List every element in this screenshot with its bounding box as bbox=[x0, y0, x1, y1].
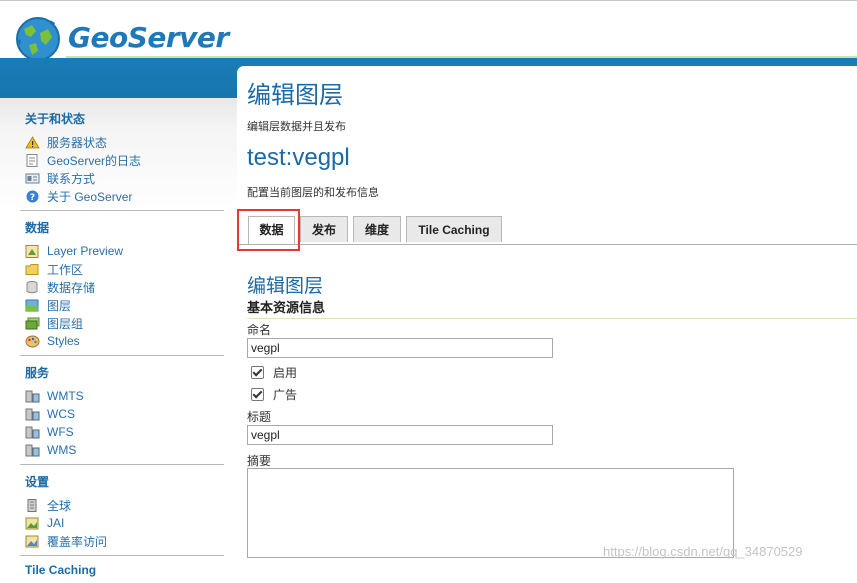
sidebar-section-title: Tile Caching bbox=[25, 563, 97, 577]
service-icon bbox=[25, 390, 40, 402]
sidebar-section-title: 设置 bbox=[25, 475, 50, 489]
service-icon bbox=[25, 444, 40, 456]
enabled-label: 启用 bbox=[273, 366, 298, 380]
advertised-label: 广告 bbox=[273, 388, 298, 402]
coverage-access-icon bbox=[25, 535, 39, 547]
sidebar-item-coverage-access[interactable]: 覆盖率访问 bbox=[20, 532, 224, 550]
tab-tile-caching[interactable]: Tile Caching bbox=[406, 216, 502, 242]
sidebar-item-wcs[interactable]: WCS bbox=[20, 405, 224, 423]
sidebar-item-label: 服务器状态 bbox=[47, 135, 108, 150]
sidebar-item-global[interactable]: 全球 bbox=[20, 496, 224, 514]
sidebar-item-about[interactable]: ? 关于 GeoServer bbox=[20, 187, 224, 205]
sidebar-section-settings: 设置 全球 JAI 覆盖率访问 bbox=[20, 473, 224, 550]
page-subtitle: 编辑层数据并且发布 bbox=[247, 121, 346, 133]
sidebar-divider bbox=[20, 355, 224, 356]
sidebar-item-wfs[interactable]: WFS bbox=[20, 423, 224, 441]
sidebar-item-label: WFS bbox=[47, 425, 74, 439]
advertised-checkbox[interactable] bbox=[251, 388, 264, 401]
contact-icon bbox=[25, 173, 40, 183]
tab-highlight-box bbox=[237, 209, 300, 251]
folder-icon bbox=[25, 263, 39, 275]
styles-icon bbox=[25, 335, 40, 347]
sidebar-item-styles[interactable]: Styles bbox=[20, 332, 224, 350]
sidebar-item-workspaces[interactable]: 工作区 bbox=[20, 260, 224, 278]
jai-icon bbox=[25, 517, 39, 529]
title-field[interactable] bbox=[247, 425, 553, 445]
sidebar: 关于和状态 服务器状态 GeoServer的日志 联系方式 ? 关于 GeoSe… bbox=[0, 98, 237, 577]
abstract-label: 摘要 bbox=[247, 454, 272, 468]
sidebar-item-label: 全球 bbox=[47, 498, 72, 513]
sidebar-item-label: 覆盖率访问 bbox=[47, 534, 108, 549]
sidebar-section-title: 数据 bbox=[25, 221, 50, 235]
layer-icon bbox=[25, 299, 39, 311]
title-label: 标题 bbox=[247, 410, 272, 424]
layer-description: 配置当前图层的和发布信息 bbox=[247, 187, 379, 199]
layer-name-heading: test:vegpl bbox=[247, 144, 350, 171]
watermark: https://blog.csdn.net/qq_34870529 bbox=[603, 544, 803, 559]
sidebar-item-label: 数据存储 bbox=[47, 280, 96, 295]
sidebar-item-label: 工作区 bbox=[47, 262, 84, 277]
sidebar-item-label: 关于 GeoServer bbox=[47, 189, 133, 204]
sidebar-item-wms[interactable]: WMS bbox=[20, 441, 224, 459]
sidebar-item-label: 图层 bbox=[47, 298, 72, 313]
sidebar-item-server-status[interactable]: 服务器状态 bbox=[20, 133, 224, 151]
advertised-row: 广告 bbox=[251, 386, 297, 403]
sidebar-divider bbox=[20, 464, 224, 465]
header: GeoServer bbox=[0, 0, 857, 61]
service-icon bbox=[25, 426, 40, 438]
sidebar-item-label: WCS bbox=[47, 407, 75, 421]
tab-bar: 数据 发布 维度 Tile Caching bbox=[237, 216, 857, 245]
sidebar-item-contact[interactable]: 联系方式 bbox=[20, 169, 224, 187]
sidebar-item-layer-preview[interactable]: Layer Preview bbox=[20, 242, 224, 260]
sidebar-item-layers[interactable]: 图层 bbox=[20, 296, 224, 314]
sidebar-section-title: 关于和状态 bbox=[25, 112, 86, 126]
sidebar-section-tile-caching: Tile Caching bbox=[20, 563, 224, 583]
sidebar-item-jai[interactable]: JAI bbox=[20, 514, 224, 532]
about-icon: ? bbox=[26, 190, 39, 203]
basic-resource-info-heading: 基本资源信息 bbox=[247, 297, 857, 319]
sidebar-section-data: 数据 Layer Preview 工作区 数据存储 图层 图层组 Styles bbox=[20, 219, 224, 350]
main-content: 编辑图层 编辑层数据并且发布 test:vegpl 配置当前图层的和发布信息 数… bbox=[237, 66, 857, 571]
log-icon bbox=[26, 153, 38, 167]
sidebar-item-label: GeoServer的日志 bbox=[47, 153, 142, 168]
name-field[interactable] bbox=[247, 338, 553, 358]
sidebar-item-stores[interactable]: 数据存储 bbox=[20, 278, 224, 296]
layer-group-icon bbox=[25, 317, 40, 329]
sidebar-divider bbox=[20, 210, 224, 211]
sidebar-divider bbox=[20, 555, 224, 556]
geoserver-logo-icon[interactable] bbox=[14, 15, 62, 63]
geoserver-logo-text[interactable]: GeoServer bbox=[68, 21, 229, 54]
page-title: 编辑图层 bbox=[247, 82, 343, 109]
service-icon bbox=[25, 408, 40, 420]
sidebar-item-log[interactable]: GeoServer的日志 bbox=[20, 151, 224, 169]
sidebar-item-layer-groups[interactable]: 图层组 bbox=[20, 314, 224, 332]
store-icon bbox=[26, 280, 38, 293]
sidebar-item-label: Styles bbox=[47, 334, 80, 348]
sidebar-section-title: 服务 bbox=[25, 366, 50, 380]
sidebar-section-services: 服务 WMTS WCS WFS WMS bbox=[20, 364, 224, 459]
layer-preview-icon bbox=[25, 244, 39, 258]
sidebar-section-about: 关于和状态 服务器状态 GeoServer的日志 联系方式 ? 关于 GeoSe… bbox=[20, 110, 224, 205]
sidebar-item-wmts[interactable]: WMTS bbox=[20, 387, 224, 405]
sidebar-item-label: JAI bbox=[47, 516, 65, 530]
sidebar-item-label: 图层组 bbox=[47, 316, 84, 331]
sidebar-item-label: Layer Preview bbox=[47, 244, 124, 258]
tab-dimensions[interactable]: 维度 bbox=[353, 216, 401, 242]
sidebar-item-label: WMTS bbox=[47, 389, 84, 403]
enabled-row: 启用 bbox=[251, 364, 297, 381]
section-heading: 编辑图层 bbox=[247, 276, 324, 297]
sidebar-item-label: 联系方式 bbox=[47, 171, 96, 186]
warning-icon bbox=[25, 135, 40, 148]
svg-text:?: ? bbox=[30, 193, 35, 203]
enabled-checkbox[interactable] bbox=[251, 366, 264, 379]
global-settings-icon bbox=[27, 498, 37, 512]
tab-publishing[interactable]: 发布 bbox=[300, 216, 348, 242]
name-label: 命名 bbox=[247, 323, 272, 337]
sidebar-item-label: WMS bbox=[47, 443, 77, 457]
